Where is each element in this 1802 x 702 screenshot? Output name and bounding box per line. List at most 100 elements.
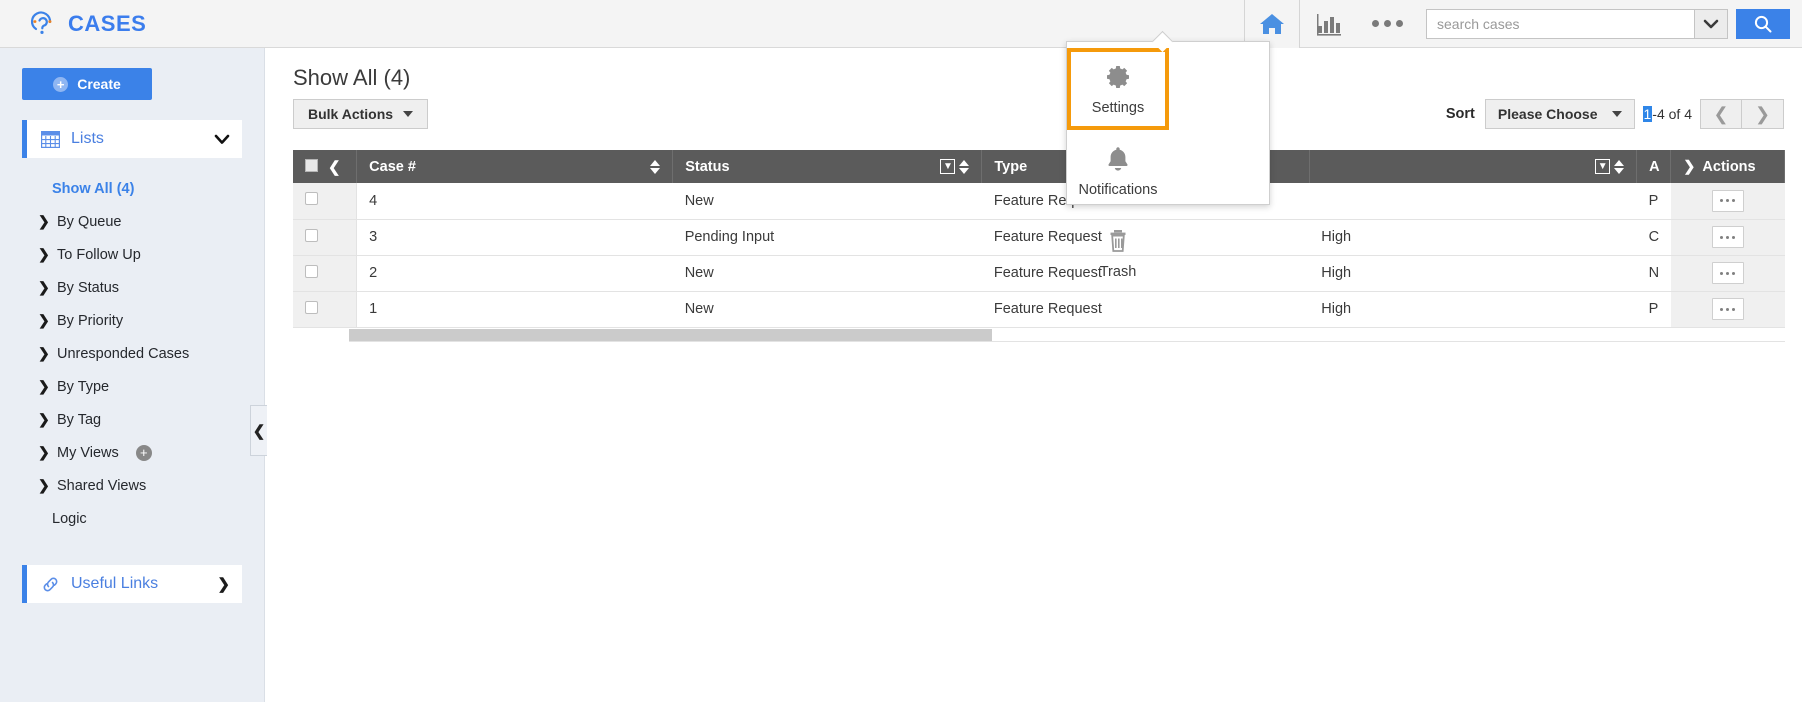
sort-select[interactable]: Please Choose: [1484, 99, 1635, 129]
menu-item-trash[interactable]: Trash: [1067, 212, 1169, 294]
sidebar-panel-label: Lists: [71, 130, 104, 147]
sidebar-item-logic[interactable]: Logic: [0, 502, 264, 535]
sidebar-item-by-priority[interactable]: ❯ By Priority: [0, 304, 264, 337]
search-submit-button[interactable]: [1736, 8, 1790, 39]
column-priority[interactable]: ▼: [1309, 150, 1638, 183]
row-actions-button[interactable]: [1711, 226, 1744, 248]
toolbar-right-group: Sort Please Choose 1-4 of 4 ❮ ❯: [1446, 99, 1784, 129]
top-header-bar: CASES: [0, 0, 1802, 48]
filter-icon[interactable]: ▼: [940, 159, 956, 174]
sidebar-item-shared-views[interactable]: ❯ Shared Views: [0, 469, 264, 502]
cell-status: New: [672, 255, 982, 292]
create-button[interactable]: + Create: [22, 68, 152, 100]
column-select-all[interactable]: ❮: [293, 150, 358, 183]
sidebar-panel-lists[interactable]: Lists: [22, 120, 242, 158]
chevron-right-icon: ❯: [38, 246, 50, 262]
sort-toggle-icon[interactable]: [1614, 159, 1625, 174]
analytics-button[interactable]: [1300, 0, 1358, 48]
checkbox-unchecked-icon[interactable]: [305, 158, 318, 172]
chevron-down-icon[interactable]: [214, 134, 230, 145]
column-truncated[interactable]: A: [1636, 150, 1672, 183]
sidebar-item-my-views[interactable]: ❯ My Views +: [0, 436, 264, 469]
sidebar-item-label: To Follow Up: [57, 246, 141, 263]
search-input[interactable]: [1426, 8, 1694, 39]
search-scope-dropdown[interactable]: [1694, 8, 1728, 39]
sidebar-item-label: My Views: [57, 444, 119, 461]
menu-item-notifications[interactable]: Notifications: [1067, 130, 1169, 212]
table-row[interactable]: 2 New Feature Request High N: [293, 255, 1785, 292]
row-actions-button[interactable]: [1711, 262, 1744, 284]
row-select-cell[interactable]: [293, 291, 358, 328]
sidebar-panel-useful-links[interactable]: Useful Links ❯: [22, 565, 242, 603]
chevron-right-icon: ❯: [38, 477, 50, 493]
column-label: Status: [685, 158, 730, 175]
sort-toggle-icon[interactable]: [959, 159, 970, 174]
column-status[interactable]: Status ▼: [672, 150, 983, 183]
gear-icon: [1104, 62, 1132, 92]
cell-actions[interactable]: [1670, 255, 1785, 292]
cell-priority: High: [1309, 219, 1637, 256]
page-title: Show All (4): [293, 65, 411, 90]
checkbox-unchecked-icon[interactable]: [305, 300, 318, 314]
sidebar-item-label: By Tag: [57, 411, 102, 428]
question-mark-listen-logo-icon: [28, 9, 58, 39]
cases-table-wrapper: ❮ Case # Status ▼ Type ▼ A ❯ Actions 4 N…: [293, 150, 1785, 342]
column-case-number[interactable]: Case #: [356, 150, 674, 183]
sidebar-collapse-handle[interactable]: ❮: [250, 405, 267, 456]
sidebar-item-by-status[interactable]: ❯ By Status: [0, 271, 264, 304]
pagination-next-button[interactable]: ❯: [1742, 99, 1784, 129]
column-label: Case #: [369, 158, 416, 175]
cell-actions[interactable]: [1670, 219, 1785, 256]
sidebar-item-show-all[interactable]: Show All (4): [0, 172, 264, 205]
pagination-prev-button[interactable]: ❮: [1700, 99, 1742, 129]
chevron-right-icon[interactable]: ❯: [1683, 159, 1695, 175]
cell-actions[interactable]: [1670, 291, 1785, 328]
checkbox-unchecked-icon[interactable]: [305, 192, 318, 206]
sidebar-item-by-queue[interactable]: ❯ By Queue: [0, 205, 264, 238]
sidebar-panel-label: Useful Links: [71, 575, 159, 592]
sidebar-item-label: By Priority: [57, 312, 124, 329]
bulk-actions-label: Bulk Actions: [308, 106, 394, 122]
plus-circle-icon[interactable]: +: [135, 444, 152, 461]
table-row[interactable]: 3 Pending Input Feature Request High C: [293, 219, 1785, 256]
checkbox-unchecked-icon[interactable]: [305, 264, 318, 278]
scrollbar-thumb[interactable]: [349, 328, 992, 341]
cell-case-number: 3: [356, 219, 673, 256]
sort-toggle-icon[interactable]: [650, 159, 661, 174]
ellipsis-icon: [1720, 307, 1736, 311]
column-actions: ❯ Actions: [1670, 150, 1785, 183]
sidebar-item-to-follow-up[interactable]: ❯ To Follow Up: [0, 238, 264, 271]
chevron-left-icon[interactable]: ❮: [328, 159, 341, 176]
cell-actions[interactable]: [1670, 183, 1785, 220]
table-body: 4 New Feature Request P 3 Pending Input …: [293, 183, 1785, 328]
row-select-cell[interactable]: [293, 219, 358, 256]
ellipsis-icon: [1371, 20, 1403, 27]
sidebar-item-label: Shared Views: [57, 477, 147, 494]
row-select-cell[interactable]: [293, 255, 358, 292]
filter-icon[interactable]: ▼: [1595, 159, 1611, 174]
sidebar-item-by-tag[interactable]: ❯ By Tag: [0, 403, 264, 436]
row-select-cell[interactable]: [293, 183, 358, 220]
checkbox-unchecked-icon[interactable]: [305, 228, 318, 242]
table-row[interactable]: 4 New Feature Request P: [293, 183, 1785, 220]
sidebar-item-unresponded-cases[interactable]: ❯ Unresponded Cases: [0, 337, 264, 370]
chevron-right-icon: ❯: [38, 378, 50, 394]
row-actions-button[interactable]: [1711, 298, 1744, 320]
more-menu-button[interactable]: [1358, 0, 1416, 48]
sort-selected-value: Please Choose: [1497, 106, 1598, 122]
pagination-count: 1-4 of 4: [1642, 106, 1692, 122]
table-row[interactable]: 1 New Feature Request High P: [293, 291, 1785, 328]
bell-icon: [1105, 144, 1131, 174]
bulk-actions-button[interactable]: Bulk Actions: [293, 99, 429, 129]
row-actions-button[interactable]: [1711, 189, 1744, 212]
sidebar-item-by-type[interactable]: ❯ By Type: [0, 370, 264, 403]
cell-status: New: [672, 183, 982, 220]
chevron-right-icon[interactable]: ❯: [217, 575, 230, 593]
chevron-right-icon: ❯: [38, 213, 50, 229]
table-horizontal-scrollbar[interactable]: [349, 327, 1785, 342]
brand-logo-area[interactable]: CASES: [28, 9, 146, 39]
cell-priority: High: [1309, 255, 1637, 292]
cell-priority: [1309, 183, 1637, 220]
menu-item-settings[interactable]: Settings: [1067, 48, 1169, 130]
cell-status: New: [672, 291, 982, 328]
